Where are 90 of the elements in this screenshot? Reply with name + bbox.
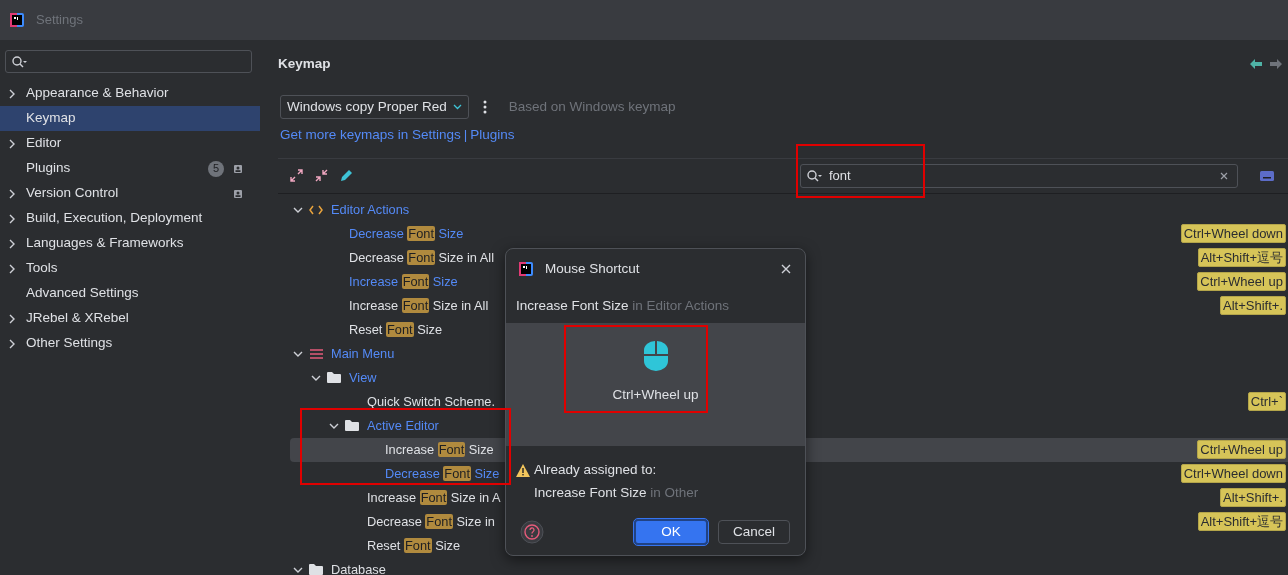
sidebar-item[interactable]: Tools (0, 256, 260, 281)
forward-arrow-icon[interactable] (1270, 59, 1282, 70)
shortcut-tag: Ctrl+Wheel down (1180, 224, 1286, 243)
sidebar-item[interactable]: JRebel & XRebel (0, 306, 260, 331)
keymap-search-field[interactable]: font (800, 163, 1238, 188)
folder-icon (327, 372, 341, 383)
count-badge: 5 (208, 160, 224, 177)
pencil-icon[interactable] (340, 169, 353, 182)
chevron-right-icon[interactable] (8, 213, 16, 224)
app-icon (519, 262, 533, 276)
collapse-all-icon[interactable] (315, 169, 328, 182)
shortcut-text: Ctrl+Wheel up (612, 386, 699, 404)
shortcut-tag: Ctrl+Wheel up (1197, 440, 1286, 459)
keymap-dropdown[interactable]: Windows copy Proper Red (280, 95, 469, 120)
action-label[interactable]: Increase Font Size in A (367, 487, 501, 508)
expand-all-icon[interactable] (290, 169, 303, 182)
search-icon (806, 168, 822, 183)
chevron-right-icon[interactable] (8, 338, 16, 349)
action-context-text: Increase Font Size in Editor Actions (516, 296, 730, 315)
chevron-right-icon[interactable] (8, 238, 16, 249)
action-label[interactable]: Increase Font Size (349, 271, 458, 292)
menu-icon (309, 348, 323, 359)
window-title: Settings (36, 11, 83, 30)
shortcut-tag: Alt+Shift+. (1220, 488, 1286, 507)
sidebar-item[interactable]: Other Settings (0, 331, 260, 356)
chevron-right-icon[interactable] (8, 138, 16, 149)
action-label[interactable]: Decrease Font Size (385, 463, 500, 484)
dialog-title: Mouse Shortcut (545, 259, 640, 278)
chevron-right-icon[interactable] (8, 188, 16, 199)
keyboard-icon[interactable] (1260, 170, 1274, 181)
action-label[interactable]: Quick Switch Scheme. (367, 391, 495, 412)
sidebar-item[interactable]: Version Control (0, 181, 260, 206)
group-label[interactable]: Active Editor (367, 415, 439, 436)
close-icon[interactable] (781, 264, 791, 274)
link[interactable]: Plugins (470, 125, 515, 146)
shortcut-tag: Alt+Shift+逗号 (1197, 512, 1286, 531)
project-icon (234, 164, 242, 173)
conflict-text: Increase Font Size in Other (534, 485, 699, 501)
chevron-down-icon[interactable] (311, 373, 321, 382)
group-label[interactable]: Database (331, 559, 386, 575)
chevron-down-icon[interactable] (293, 205, 303, 214)
code-icon (309, 204, 323, 215)
caret-icon (452, 104, 462, 111)
action-label[interactable]: Decrease Font Size (349, 223, 464, 244)
chevron-right-icon[interactable] (8, 263, 16, 274)
action-label[interactable]: Increase Font Size (385, 439, 494, 460)
chevron-right-icon[interactable] (8, 313, 16, 324)
action-label[interactable]: Increase Font Size in All (349, 295, 489, 316)
action-label[interactable]: Decrease Font Size in All (349, 247, 494, 268)
help-icon[interactable] (520, 520, 544, 544)
app-icon (10, 13, 24, 27)
warning-icon (516, 463, 530, 477)
action-label[interactable]: Decrease Font Size in (367, 511, 495, 532)
sidebar-item[interactable]: Plugins 5 (0, 156, 260, 181)
sidebar-item[interactable]: Appearance & Behavior (0, 81, 260, 106)
more-options-icon[interactable] (482, 100, 487, 115)
action-label[interactable]: Reset Font Size (349, 319, 443, 340)
link[interactable]: Get more keymaps in Settings (280, 125, 461, 146)
keymap-base-text: Based on Windows keymap (508, 98, 676, 117)
mouse-icon (643, 341, 668, 371)
chevron-down-icon[interactable] (293, 349, 303, 358)
back-arrow-icon[interactable] (1250, 59, 1262, 70)
settings-search-field[interactable] (5, 50, 252, 73)
clear-icon[interactable] (1220, 171, 1228, 180)
action-label[interactable]: Reset Font Size (367, 535, 461, 556)
link-separator: | (463, 126, 468, 145)
group-label[interactable]: View (349, 367, 377, 388)
shortcut-tag: Ctrl+Wheel up (1197, 272, 1286, 291)
sidebar-item[interactable]: Editor (0, 131, 260, 156)
sidebar-item[interactable]: Advanced Settings (0, 281, 260, 306)
project-icon (234, 189, 242, 198)
shortcut-tag: Ctrl+Wheel down (1180, 464, 1286, 483)
folder-icon (345, 420, 359, 431)
sidebar-item[interactable]: Build, Execution, Deployment (0, 206, 260, 231)
chevron-down-icon[interactable] (329, 421, 339, 430)
ok-button[interactable]: OK (634, 519, 708, 545)
shortcut-tag: Alt+Shift+逗号 (1197, 248, 1286, 267)
sidebar-item[interactable]: Keymap (0, 106, 260, 131)
group-label[interactable]: Main Menu (331, 343, 395, 364)
chevron-down-icon[interactable] (293, 565, 303, 574)
shortcut-tag: Ctrl+` (1247, 392, 1286, 411)
cancel-button[interactable]: Cancel (718, 520, 790, 544)
group-label[interactable]: Editor Actions (331, 199, 410, 220)
warning-text: Already assigned to: (534, 461, 657, 479)
search-icon (11, 55, 27, 69)
page-title: Keymap (278, 55, 331, 73)
shortcut-tag: Alt+Shift+. (1220, 296, 1286, 315)
chevron-right-icon[interactable] (8, 88, 16, 99)
folder-icon (309, 564, 323, 575)
sidebar-item[interactable]: Languages & Frameworks (0, 231, 260, 256)
